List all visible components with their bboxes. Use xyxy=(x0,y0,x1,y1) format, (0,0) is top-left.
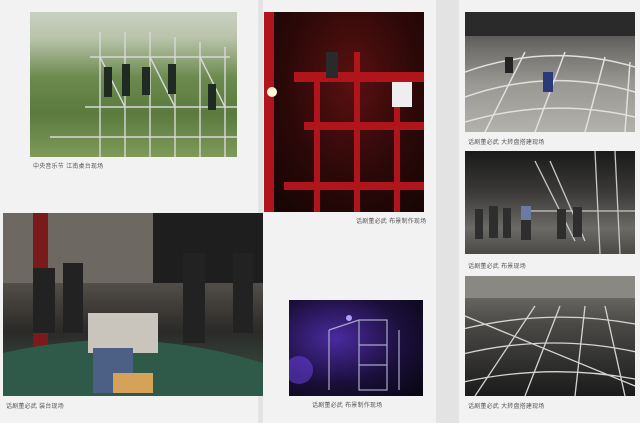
backstage-crew-photo xyxy=(465,151,635,254)
scaffold-illustration xyxy=(50,32,237,157)
turntable-grid-photo xyxy=(465,276,635,396)
turntable-grid-illustration xyxy=(465,276,635,396)
stage-setup-workers-photo xyxy=(3,213,263,396)
caption-3: 话剧董必武 大转盘搭建现场 xyxy=(468,139,545,146)
caption-4: 话剧董必武 布景现场 xyxy=(468,263,526,270)
turntable-frame-illustration xyxy=(465,12,635,132)
caption-7: 话剧董必武 大转盘搭建现场 xyxy=(468,403,545,410)
purple-lit-scaffold-photo xyxy=(289,300,423,396)
caption-5: 话剧董必武 装台现场 xyxy=(6,403,64,410)
red-stage-structure-photo xyxy=(264,12,424,212)
scaffold-trees-photo xyxy=(30,12,237,157)
caption-1: 中央音乐节 江南桌台现场 xyxy=(33,163,104,170)
workers-illustration xyxy=(3,213,263,396)
red-frame-illustration xyxy=(264,12,424,212)
crew-illustration xyxy=(475,151,635,254)
purple-scaffold-illustration xyxy=(289,315,400,391)
caption-6: 话剧董必武 布景制作现场 xyxy=(312,402,383,409)
column-gutter xyxy=(436,0,459,423)
turntable-frame-photo xyxy=(465,12,635,132)
caption-2: 话剧董必武 布景制作现场 xyxy=(356,218,427,225)
